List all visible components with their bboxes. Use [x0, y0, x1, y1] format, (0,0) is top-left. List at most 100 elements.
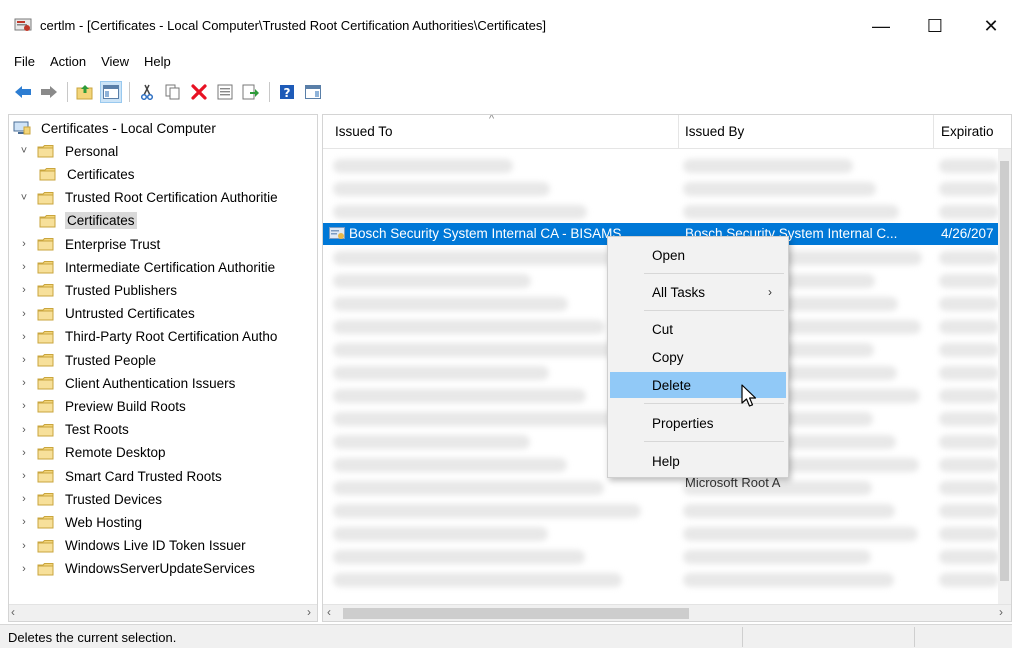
tree-item-label: Remote Desktop — [65, 445, 166, 461]
tree-item[interactable]: › Smart Card Trusted Roots — [17, 465, 224, 487]
tree-item[interactable]: › Windows Live ID Token Issuer — [17, 535, 248, 557]
status-divider — [914, 627, 915, 647]
tree-item[interactable]: › Remote Desktop — [17, 442, 168, 464]
delete-button[interactable] — [188, 81, 210, 103]
menu-item-label: Copy — [652, 349, 684, 365]
tree-item[interactable]: ˅ Trusted Root Certification Authoritie — [17, 187, 280, 209]
chevron-right-icon[interactable]: › — [17, 493, 31, 505]
tree-item[interactable]: › Trusted Devices — [17, 488, 164, 510]
tree-item[interactable]: Certificates — [39, 163, 137, 185]
column-header-issued-by[interactable]: Issued By — [685, 124, 744, 139]
chevron-right-icon[interactable]: › — [17, 354, 31, 366]
forward-button[interactable] — [38, 81, 60, 103]
chevron-right-icon[interactable]: › — [17, 424, 31, 436]
up-one-level-button[interactable] — [74, 81, 96, 103]
redacted-cell — [939, 481, 999, 495]
context-menu-help[interactable]: Help — [610, 448, 786, 474]
tree-item[interactable]: › Test Roots — [17, 419, 131, 441]
forward-arrow-icon — [41, 86, 57, 98]
chevron-right-icon[interactable]: › — [17, 563, 31, 575]
cell-expiration: 4/26/207 — [941, 226, 994, 241]
chevron-right-icon[interactable]: › — [17, 447, 31, 459]
redacted-cell — [939, 504, 999, 518]
cut-button[interactable] — [136, 81, 158, 103]
export-list-icon — [242, 84, 259, 100]
redacted-cell — [939, 550, 999, 564]
tree-item[interactable]: › Third-Party Root Certification Autho — [17, 326, 279, 348]
redacted-cell — [939, 182, 999, 196]
chevron-down-icon[interactable]: ˅ — [17, 192, 31, 204]
menu-file[interactable]: File — [14, 54, 35, 69]
tree-item[interactable]: › Preview Build Roots — [17, 395, 188, 417]
scroll-left-arrow-icon[interactable]: ‹ — [327, 605, 331, 619]
maximize-button[interactable]: ☐ — [912, 8, 958, 44]
help-button[interactable]: ? — [276, 81, 298, 103]
minimize-button[interactable]: — — [858, 8, 904, 44]
menu-action[interactable]: Action — [50, 54, 86, 69]
redacted-cell — [333, 205, 587, 219]
menu-view[interactable]: View — [101, 54, 129, 69]
scrollbar-thumb[interactable] — [343, 608, 689, 619]
tree-item-label: Personal — [65, 143, 119, 159]
menu-help[interactable]: Help — [144, 54, 171, 69]
toolbar-separator — [67, 82, 68, 102]
svg-text:?: ? — [284, 86, 291, 100]
chevron-right-icon[interactable]: › — [17, 238, 31, 250]
chevron-right-icon[interactable]: › — [17, 284, 31, 296]
column-divider[interactable] — [678, 115, 679, 149]
folder-icon — [37, 330, 54, 344]
redacted-cell — [939, 159, 999, 173]
scroll-right-arrow-icon[interactable]: › — [999, 605, 1003, 619]
scroll-right-arrow-icon[interactable]: › — [307, 605, 311, 619]
tree-item[interactable]: › Untrusted Certificates — [17, 303, 197, 325]
export-list-button[interactable] — [240, 81, 262, 103]
tree-item[interactable]: › Client Authentication Issuers — [17, 372, 237, 394]
close-button[interactable]: ✕ — [968, 8, 1012, 44]
tree-item[interactable]: › WindowsServerUpdateServices — [17, 558, 257, 580]
chevron-right-icon[interactable]: › — [17, 516, 31, 528]
scroll-left-arrow-icon[interactable]: ‹ — [11, 605, 15, 619]
scrollbar-thumb[interactable] — [1000, 161, 1009, 581]
console-tree[interactable]: Certificates - Local Computer ˅ Personal Ce… — [8, 114, 318, 622]
show-hide-action-pane-button[interactable] — [302, 81, 324, 103]
chevron-right-icon[interactable]: › — [17, 308, 31, 320]
tree-horizontal-scrollbar[interactable]: ‹ › — [9, 604, 317, 621]
chevron-down-icon[interactable]: ˅ — [17, 145, 31, 157]
tree-item[interactable]: Certificates - Local Computer — [13, 117, 218, 139]
context-menu-properties[interactable]: Properties — [610, 410, 786, 436]
mouse-pointer-icon — [741, 384, 757, 407]
redacted-cell — [333, 412, 623, 426]
chevron-right-icon[interactable]: › — [17, 377, 31, 389]
menu-item-label: All Tasks — [652, 284, 706, 300]
tree-item-label: WindowsServerUpdateServices — [65, 561, 255, 577]
column-header-issued-to[interactable]: Issued To — [335, 124, 393, 139]
chevron-right-icon[interactable]: › — [17, 540, 31, 552]
list-horizontal-scrollbar[interactable]: ‹ › — [323, 604, 1011, 621]
redacted-cell — [683, 573, 894, 587]
tree-item[interactable]: Certificates — [39, 210, 137, 232]
chevron-right-icon[interactable]: › — [17, 470, 31, 482]
context-menu-all-tasks[interactable]: All Tasks › — [610, 279, 786, 305]
status-text: Deletes the current selection. — [8, 630, 177, 645]
tree-item[interactable]: ˅ Personal — [17, 140, 120, 162]
copy-button[interactable] — [162, 81, 184, 103]
tree-item[interactable]: › Intermediate Certification Authoritie — [17, 256, 277, 278]
tree-item[interactable]: › Trusted People — [17, 349, 158, 371]
context-menu-copy[interactable]: Copy — [610, 344, 786, 370]
redacted-cell — [939, 297, 999, 311]
tree-item[interactable]: › Trusted Publishers — [17, 279, 179, 301]
tree-item[interactable]: › Enterprise Trust — [17, 233, 162, 255]
context-menu-open[interactable]: Open — [610, 242, 786, 268]
tree-item[interactable]: › Web Hosting — [17, 511, 144, 533]
list-vertical-scrollbar[interactable] — [998, 149, 1011, 605]
properties-button[interactable] — [214, 81, 236, 103]
column-divider[interactable] — [933, 115, 934, 149]
chevron-right-icon[interactable]: › — [17, 400, 31, 412]
chevron-right-icon[interactable]: › — [17, 261, 31, 273]
tree-item-label: Certificates — [67, 166, 135, 182]
show-hide-console-tree-button[interactable] — [100, 81, 122, 103]
column-header-expiration[interactable]: Expiratio — [941, 124, 994, 139]
chevron-right-icon[interactable]: › — [17, 331, 31, 343]
context-menu-cut[interactable]: Cut — [610, 316, 786, 342]
back-button[interactable] — [12, 81, 34, 103]
